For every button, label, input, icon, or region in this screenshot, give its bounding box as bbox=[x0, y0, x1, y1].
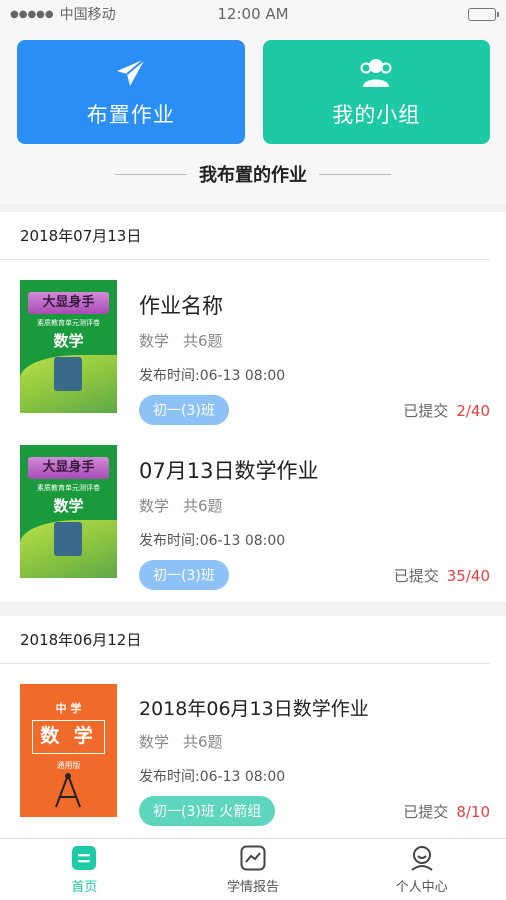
section-header: 我布置的作业 bbox=[0, 144, 506, 204]
tab-label: 学情报告 bbox=[227, 880, 280, 895]
divider bbox=[319, 173, 391, 175]
homework-group: 2018年06月12日 中 学 数 学 通用版 2018年06月13日数学作业 … bbox=[0, 616, 506, 846]
report-chart-icon bbox=[239, 844, 267, 872]
profile-icon bbox=[408, 844, 436, 872]
battery-icon bbox=[468, 7, 499, 21]
submission-status: 已提交 8/10 bbox=[403, 801, 490, 822]
tab-report[interactable]: 学情报告 bbox=[169, 839, 338, 900]
book-cover-subtitle: 素质教育单元测评卷 bbox=[37, 319, 100, 327]
my-group-button[interactable]: 我的小组 bbox=[262, 40, 490, 144]
book-cover-edition: 通用版 bbox=[56, 761, 81, 770]
homework-item[interactable]: 大显身手 素质教育单元测评卷 数学 07月13日数学作业 数学 共6题 发布时间:… bbox=[0, 425, 506, 590]
question-count: 共6题 bbox=[183, 497, 223, 515]
submitted-label: 已提交 bbox=[393, 566, 439, 585]
book-cover-subtitle: 素质教育单元测评卷 bbox=[37, 484, 100, 492]
book-cover: 大显身手 素质教育单元测评卷 数学 bbox=[20, 445, 117, 578]
tab-profile[interactable]: 个人中心 bbox=[337, 839, 506, 900]
submission-status: 已提交 2/40 bbox=[403, 400, 490, 421]
book-cover: 大显身手 素质教育单元测评卷 数学 bbox=[20, 280, 117, 413]
book-cover-level: 中 学 bbox=[55, 702, 82, 715]
book-cover-title: 大显身手 bbox=[28, 292, 109, 314]
paper-plane-icon bbox=[113, 55, 149, 91]
class-tag[interactable]: 初一(3)班 bbox=[139, 560, 229, 590]
homework-item[interactable]: 大显身手 素质教育单元测评卷 数学 作业名称 数学 共6题 发布时间:06-13 … bbox=[0, 260, 506, 425]
homework-name: 作业名称 bbox=[139, 294, 223, 318]
publish-time: 发布时间:06-13 08:00 bbox=[139, 533, 286, 549]
homework-subject: 数学 bbox=[139, 332, 170, 350]
submitted-label: 已提交 bbox=[403, 401, 449, 420]
submission-status: 已提交 35/40 bbox=[394, 565, 490, 586]
homework-name: 07月13日数学作业 bbox=[139, 459, 319, 483]
divider bbox=[115, 173, 187, 175]
submitted-count: 8/10 bbox=[456, 802, 490, 821]
book-cover-subject: 数学 bbox=[53, 497, 84, 515]
question-count: 共6题 bbox=[183, 733, 223, 751]
tab-home[interactable]: 首页 bbox=[0, 839, 169, 900]
assign-homework-button[interactable]: 布置作业 bbox=[17, 40, 245, 144]
homework-name: 2018年06月13日数学作业 bbox=[139, 698, 369, 720]
section-title: 我布置的作业 bbox=[199, 165, 307, 186]
group-date: 2018年06月12日 bbox=[0, 616, 490, 664]
book-cover-title: 大显身手 bbox=[28, 457, 109, 479]
publish-time: 发布时间:06-13 08:00 bbox=[139, 368, 286, 384]
question-count: 共6题 bbox=[183, 332, 223, 350]
homework-meta: 数学 共6题 bbox=[139, 731, 490, 752]
homework-info: 作业名称 数学 共6题 发布时间:06-13 08:00 初一(3)班 已提交 2/… bbox=[139, 280, 490, 425]
tab-label: 首页 bbox=[71, 880, 98, 895]
homework-item[interactable]: 中 学 数 学 通用版 2018年06月13日数学作业 数学 共6题 发布时间:0… bbox=[0, 664, 506, 834]
class-tag[interactable]: 初一(3)班 bbox=[139, 395, 229, 425]
homework-subject: 数学 bbox=[139, 733, 170, 751]
homework-group: 2018年07月13日 大显身手 素质教育单元测评卷 数学 作业名称 数学 共6题… bbox=[0, 212, 506, 602]
home-icon bbox=[70, 844, 98, 872]
group-date: 2018年07月13日 bbox=[0, 212, 490, 260]
homework-info: 2018年06月13日数学作业 数学 共6题 发布时间:06-13 08:00 初… bbox=[139, 684, 490, 834]
assign-homework-label: 布置作业 bbox=[86, 103, 175, 127]
status-time: 12:00 AM bbox=[217, 5, 289, 23]
group-icon bbox=[358, 55, 394, 91]
my-group-label: 我的小组 bbox=[332, 103, 421, 127]
homework-meta: 数学 共6题 bbox=[139, 330, 490, 351]
homework-subject: 数学 bbox=[139, 497, 170, 515]
submitted-count: 2/40 bbox=[456, 401, 490, 420]
submitted-label: 已提交 bbox=[403, 802, 449, 821]
class-tag[interactable]: 初一(3)班 火箭组 bbox=[139, 796, 276, 826]
book-cover-subject: 数 学 bbox=[32, 720, 105, 754]
status-bar: ●●●●● 中国移动 12:00 AM bbox=[0, 0, 506, 28]
book-cover: 中 学 数 学 通用版 bbox=[20, 684, 117, 817]
publish-time: 发布时间:06-13 08:00 bbox=[139, 769, 286, 785]
submitted-count: 35/40 bbox=[446, 566, 490, 585]
bottom-tab-bar: 首页 学情报告 个人中心 bbox=[0, 838, 506, 900]
homework-info: 07月13日数学作业 数学 共6题 发布时间:06-13 08:00 初一(3)班… bbox=[139, 445, 490, 590]
compass-icon bbox=[55, 773, 81, 808]
homework-meta: 数学 共6题 bbox=[139, 495, 490, 516]
book-cover-subject: 数学 bbox=[53, 332, 84, 350]
tab-label: 个人中心 bbox=[395, 880, 448, 895]
top-actions: 布置作业 我的小组 bbox=[0, 28, 506, 144]
